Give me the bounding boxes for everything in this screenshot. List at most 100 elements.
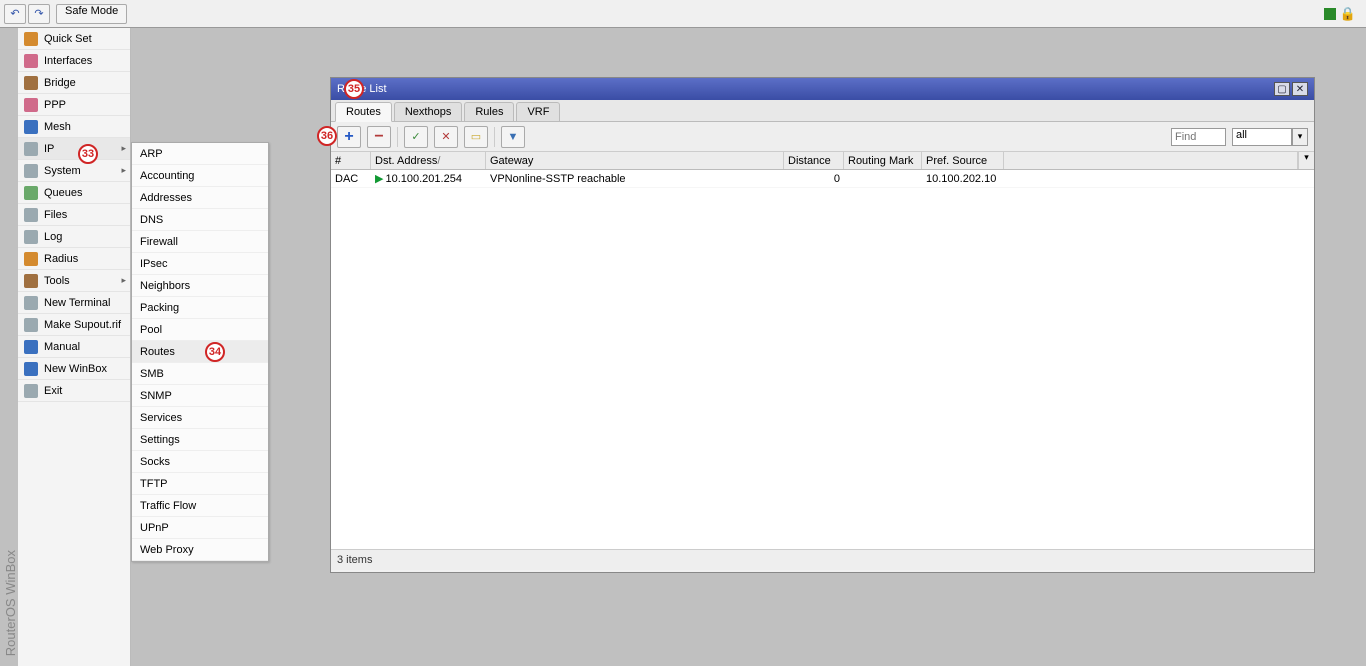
sidebar-icon <box>24 274 38 288</box>
window-close-button[interactable]: ✕ <box>1292 82 1308 96</box>
annotation-34: 34 <box>205 342 225 362</box>
col-dst-address[interactable]: Dst. Address <box>371 152 486 169</box>
tab-nexthops[interactable]: Nexthops <box>394 102 462 121</box>
cell-dst: ▶10.100.201.254 <box>371 172 486 185</box>
sidebar-item-label: Tools <box>44 275 70 287</box>
add-button[interactable]: + <box>337 126 361 148</box>
annotation-35: 35 <box>344 79 364 99</box>
col-pref-source[interactable]: Pref. Source <box>922 152 1004 169</box>
submenu-item-tftp[interactable]: TFTP <box>132 473 268 495</box>
remove-button[interactable]: − <box>367 126 391 148</box>
sidebar-icon <box>24 164 38 178</box>
sidebar-item-exit[interactable]: Exit <box>18 380 130 402</box>
submenu-item-addresses[interactable]: Addresses <box>132 187 268 209</box>
sidebar-item-label: Radius <box>44 253 78 265</box>
sidebar-item-tools[interactable]: Tools▸ <box>18 270 130 292</box>
sidebar-item-log[interactable]: Log <box>18 226 130 248</box>
tab-rules[interactable]: Rules <box>464 102 514 121</box>
route-list-window: Route List ▢ ✕ RoutesNexthopsRulesVRF + … <box>330 77 1315 573</box>
columns-dropdown-icon[interactable]: ▾ <box>1298 152 1314 169</box>
col-hash[interactable]: # <box>331 152 371 169</box>
submenu-item-firewall[interactable]: Firewall <box>132 231 268 253</box>
grid-header: # Dst. Address Gateway Distance Routing … <box>331 152 1314 170</box>
sidebar-item-make-supout-rif[interactable]: Make Supout.rif <box>18 314 130 336</box>
undo-button[interactable]: ↶ <box>4 4 26 24</box>
cell-flags: DAC <box>331 173 371 185</box>
safe-mode-button[interactable]: Safe Mode <box>56 4 127 24</box>
sidebar-item-label: Manual <box>44 341 80 353</box>
cell-src: 10.100.202.10 <box>922 173 1004 185</box>
find-input[interactable] <box>1171 128 1226 146</box>
col-distance[interactable]: Distance <box>784 152 844 169</box>
sidebar-item-label: Files <box>44 209 67 221</box>
sidebar-icon <box>24 208 38 222</box>
sidebar-item-queues[interactable]: Queues <box>18 182 130 204</box>
col-spacer <box>1004 152 1298 169</box>
col-routing-mark[interactable]: Routing Mark <box>844 152 922 169</box>
submenu-item-routes[interactable]: Routes <box>132 341 268 363</box>
tab-vrf[interactable]: VRF <box>516 102 560 121</box>
filter-button[interactable]: ▼ <box>501 126 525 148</box>
submenu-item-smb[interactable]: SMB <box>132 363 268 385</box>
filter-scope-dropdown-icon[interactable]: ▾ <box>1292 128 1308 146</box>
tab-routes[interactable]: Routes <box>335 102 392 122</box>
submenu-item-arp[interactable]: ARP <box>132 143 268 165</box>
sidebar-item-new-terminal[interactable]: New Terminal <box>18 292 130 314</box>
submenu-item-packing[interactable]: Packing <box>132 297 268 319</box>
sidebar-icon <box>24 252 38 266</box>
sidebar-item-mesh[interactable]: Mesh <box>18 116 130 138</box>
filter-scope-select[interactable]: all <box>1232 128 1292 146</box>
submenu-item-dns[interactable]: DNS <box>132 209 268 231</box>
submenu-item-settings[interactable]: Settings <box>132 429 268 451</box>
window-toolbar: + − ✓ ✕ ▭ ▼ all ▾ <box>331 122 1314 152</box>
submenu-item-web-proxy[interactable]: Web Proxy <box>132 539 268 561</box>
window-titlebar[interactable]: Route List ▢ ✕ <box>331 78 1314 100</box>
sidebar-icon <box>24 186 38 200</box>
col-gateway[interactable]: Gateway <box>486 152 784 169</box>
submenu-item-snmp[interactable]: SNMP <box>132 385 268 407</box>
status-square-icon <box>1324 8 1336 20</box>
sidebar-item-manual[interactable]: Manual <box>18 336 130 358</box>
sidebar-item-bridge[interactable]: Bridge <box>18 72 130 94</box>
submenu-item-ipsec[interactable]: IPsec <box>132 253 268 275</box>
sidebar-icon <box>24 32 38 46</box>
sidebar-item-ppp[interactable]: PPP <box>18 94 130 116</box>
grid-body: DAC▶10.100.201.254VPNonline-SSTP reachab… <box>331 170 1314 550</box>
cell-distance: 0 <box>784 173 844 185</box>
sidebar-item-label: Interfaces <box>44 55 92 67</box>
sidebar-item-label: New WinBox <box>44 363 107 375</box>
enable-button[interactable]: ✓ <box>404 126 428 148</box>
sidebar-item-label: New Terminal <box>44 297 110 309</box>
submenu-item-traffic-flow[interactable]: Traffic Flow <box>132 495 268 517</box>
submenu-item-accounting[interactable]: Accounting <box>132 165 268 187</box>
sidebar-item-radius[interactable]: Radius <box>18 248 130 270</box>
redo-button[interactable]: ↷ <box>28 4 50 24</box>
sidebar-item-ip[interactable]: IP▸ <box>18 138 130 160</box>
sidebar-icon <box>24 384 38 398</box>
sidebar-item-label: System <box>44 165 81 177</box>
submenu-item-socks[interactable]: Socks <box>132 451 268 473</box>
sidebar-icon <box>24 340 38 354</box>
annotation-33: 33 <box>78 144 98 164</box>
submenu-item-upnp[interactable]: UPnP <box>132 517 268 539</box>
sidebar-item-system[interactable]: System ▸ <box>18 160 130 182</box>
sidebar-item-label: Quick Set <box>44 33 92 45</box>
sidebar-icon <box>24 54 38 68</box>
sidebar-item-quick-set[interactable]: Quick Set <box>18 28 130 50</box>
sidebar-item-new-winbox[interactable]: New WinBox <box>18 358 130 380</box>
submenu-item-pool[interactable]: Pool <box>132 319 268 341</box>
status-bar: 3 items <box>331 550 1314 570</box>
disable-button[interactable]: ✕ <box>434 126 458 148</box>
annotation-36: 36 <box>317 126 337 146</box>
chevron-right-icon: ▸ <box>121 165 126 176</box>
status-icons: 🔒 <box>1324 6 1362 22</box>
window-minimize-button[interactable]: ▢ <box>1274 82 1290 96</box>
submenu-item-services[interactable]: Services <box>132 407 268 429</box>
ip-submenu: ARPAccountingAddressesDNSFirewallIPsecNe… <box>131 142 269 562</box>
sidebar-item-files[interactable]: Files <box>18 204 130 226</box>
submenu-item-neighbors[interactable]: Neighbors <box>132 275 268 297</box>
comment-button[interactable]: ▭ <box>464 126 488 148</box>
table-row[interactable]: DAC▶10.100.201.254VPNonline-SSTP reachab… <box>331 170 1314 188</box>
sidebar-item-interfaces[interactable]: Interfaces <box>18 50 130 72</box>
lock-icon: 🔒 <box>1340 6 1356 22</box>
